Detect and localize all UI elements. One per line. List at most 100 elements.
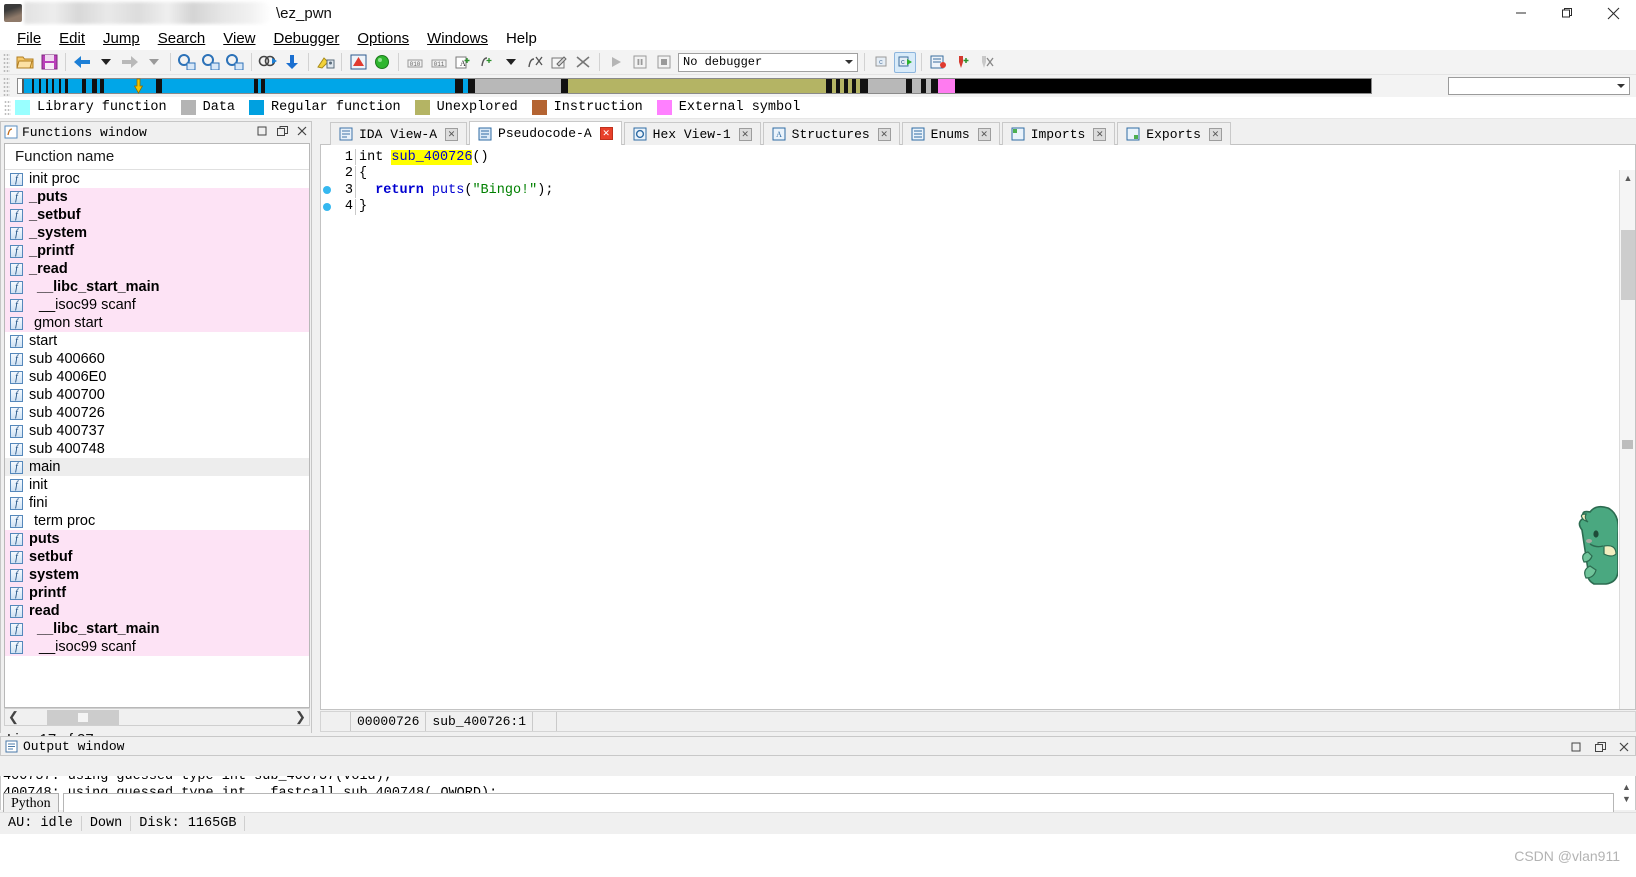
toolbar-grip[interactable]: [3, 52, 10, 72]
list-item[interactable]: f __isoc99 scanf: [5, 296, 309, 314]
menu-options[interactable]: Options: [348, 29, 418, 48]
forward-dropdown-icon[interactable]: [143, 52, 165, 73]
menu-view[interactable]: View: [214, 29, 264, 48]
code-token-call[interactable]: puts: [432, 183, 464, 198]
maximize-panel-icon[interactable]: [1569, 740, 1583, 754]
python-toggle-button[interactable]: Python: [3, 793, 59, 814]
list-item[interactable]: f term proc: [5, 512, 309, 530]
make-data-icon[interactable]: 010: [404, 52, 426, 73]
python-command-input[interactable]: [62, 793, 1614, 814]
list-item[interactable]: f init: [5, 476, 309, 494]
make-function-icon[interactable]: [476, 52, 498, 73]
menu-edit[interactable]: Edit: [50, 29, 94, 48]
jump-down-icon[interactable]: [281, 52, 303, 73]
scrollbar-thumb[interactable]: [1621, 230, 1635, 300]
close-button[interactable]: [1590, 0, 1636, 26]
breakpoint-list-icon[interactable]: [927, 52, 949, 73]
list-item[interactable]: f _setbuf: [5, 206, 309, 224]
menu-debugger[interactable]: Debugger: [265, 29, 349, 48]
list-item[interactable]: f sub 400737: [5, 422, 309, 440]
edit-function-icon[interactable]: [548, 52, 570, 73]
functions-column-header[interactable]: Function name: [5, 144, 309, 170]
code-gutter-breakpoint-dot[interactable]: [321, 186, 333, 195]
delete-function-icon[interactable]: [572, 52, 594, 73]
list-item[interactable]: f sub 400726: [5, 404, 309, 422]
scroll-left-icon[interactable]: ❮: [5, 709, 22, 725]
list-item[interactable]: f fini: [5, 494, 309, 512]
warning-icon[interactable]: [347, 52, 369, 73]
debug-pause-icon[interactable]: [629, 52, 651, 73]
minimize-button[interactable]: [1498, 0, 1544, 26]
list-item[interactable]: f start: [5, 332, 309, 350]
highlight-icon[interactable]: [314, 52, 336, 73]
list-item[interactable]: f __libc_start_main: [5, 620, 309, 638]
tab-close-icon[interactable]: ✕: [445, 127, 459, 141]
list-item[interactable]: f read: [5, 602, 309, 620]
list-item-main[interactable]: f main: [5, 458, 309, 476]
list-item[interactable]: f _system: [5, 224, 309, 242]
tab-pseudocode-a[interactable]: Pseudocode-A ✕: [469, 121, 622, 145]
tab-close-icon[interactable]: ✕: [877, 127, 891, 141]
list-item[interactable]: f printf: [5, 584, 309, 602]
start-process-icon[interactable]: c: [894, 51, 916, 73]
list-item[interactable]: f sub 400660: [5, 350, 309, 368]
list-item[interactable]: f setbuf: [5, 548, 309, 566]
maximize-button[interactable]: [1544, 0, 1590, 26]
menu-help[interactable]: Help: [497, 29, 546, 48]
tab-close-icon[interactable]: ✕: [738, 127, 752, 141]
tab-imports[interactable]: Imports ✕: [1001, 122, 1116, 145]
list-item[interactable]: f _puts: [5, 188, 309, 206]
code-line[interactable]: 4 }: [321, 198, 1635, 216]
float-panel-icon[interactable]: [1593, 740, 1607, 754]
save-icon[interactable]: [38, 52, 60, 73]
attach-process-icon[interactable]: c: [870, 52, 892, 73]
pseudocode-editor[interactable]: 1 int sub_400726() 2 { 3 return puts("Bi…: [320, 145, 1636, 710]
list-item[interactable]: f puts: [5, 530, 309, 548]
menu-search[interactable]: Search: [149, 29, 215, 48]
close-panel-icon[interactable]: [1617, 740, 1631, 754]
back-dropdown-icon[interactable]: [95, 52, 117, 73]
code-line[interactable]: 1 int sub_400726(): [321, 149, 1635, 166]
tab-structures[interactable]: A Structures ✕: [762, 122, 900, 145]
code-line[interactable]: 2 {: [321, 165, 1635, 183]
list-item[interactable]: f sub 400700: [5, 386, 309, 404]
search-text-icon[interactable]: [200, 52, 222, 73]
list-item[interactable]: f _read: [5, 260, 309, 278]
legend-grip[interactable]: [4, 99, 11, 116]
list-item[interactable]: f __isoc99 scanf: [5, 638, 309, 656]
list-item[interactable]: f gmon start: [5, 314, 309, 332]
forward-arrow-icon[interactable]: [119, 52, 141, 73]
scrollbar-thumb[interactable]: [47, 710, 119, 725]
search-hex-icon[interactable]: [224, 52, 246, 73]
tab-close-icon[interactable]: ✕: [1208, 127, 1222, 141]
navigation-band[interactable]: [17, 78, 1372, 94]
make-function-dropdown-icon[interactable]: [500, 52, 522, 73]
list-item[interactable]: f init proc: [5, 170, 309, 188]
maximize-panel-icon[interactable]: [255, 124, 269, 138]
list-item[interactable]: f __libc_start_main: [5, 278, 309, 296]
tab-ida-view-a[interactable]: IDA View-A ✕: [330, 122, 468, 145]
code-line[interactable]: 3 return puts("Bingo!");: [321, 182, 1635, 199]
search-next-icon[interactable]: [257, 52, 279, 73]
debug-run-icon[interactable]: [605, 52, 627, 73]
open-file-icon[interactable]: [14, 52, 36, 73]
delete-breakpoint-icon[interactable]: [975, 52, 997, 73]
close-panel-icon[interactable]: [295, 124, 309, 138]
tab-close-icon[interactable]: ✕: [977, 127, 991, 141]
debug-stop-icon[interactable]: [653, 52, 675, 73]
list-item[interactable]: f sub 4006E0: [5, 368, 309, 386]
undefine-icon[interactable]: [524, 52, 546, 73]
tab-close-icon[interactable]: ✕: [1093, 127, 1107, 141]
menu-file[interactable]: File: [8, 29, 50, 48]
navband-grip[interactable]: [3, 76, 10, 96]
code-gutter-breakpoint-dot[interactable]: [321, 202, 333, 211]
scrollbar-track[interactable]: [22, 709, 292, 725]
list-item[interactable]: f sub 400748: [5, 440, 309, 458]
run-green-icon[interactable]: [371, 52, 393, 73]
list-item[interactable]: f system: [5, 566, 309, 584]
list-item[interactable]: f _printf: [5, 242, 309, 260]
scroll-up-icon[interactable]: ▲: [1620, 170, 1635, 186]
back-arrow-icon[interactable]: [71, 52, 93, 73]
menu-windows[interactable]: Windows: [418, 29, 497, 48]
tab-hex-view-1[interactable]: Hex View-1 ✕: [623, 122, 761, 145]
